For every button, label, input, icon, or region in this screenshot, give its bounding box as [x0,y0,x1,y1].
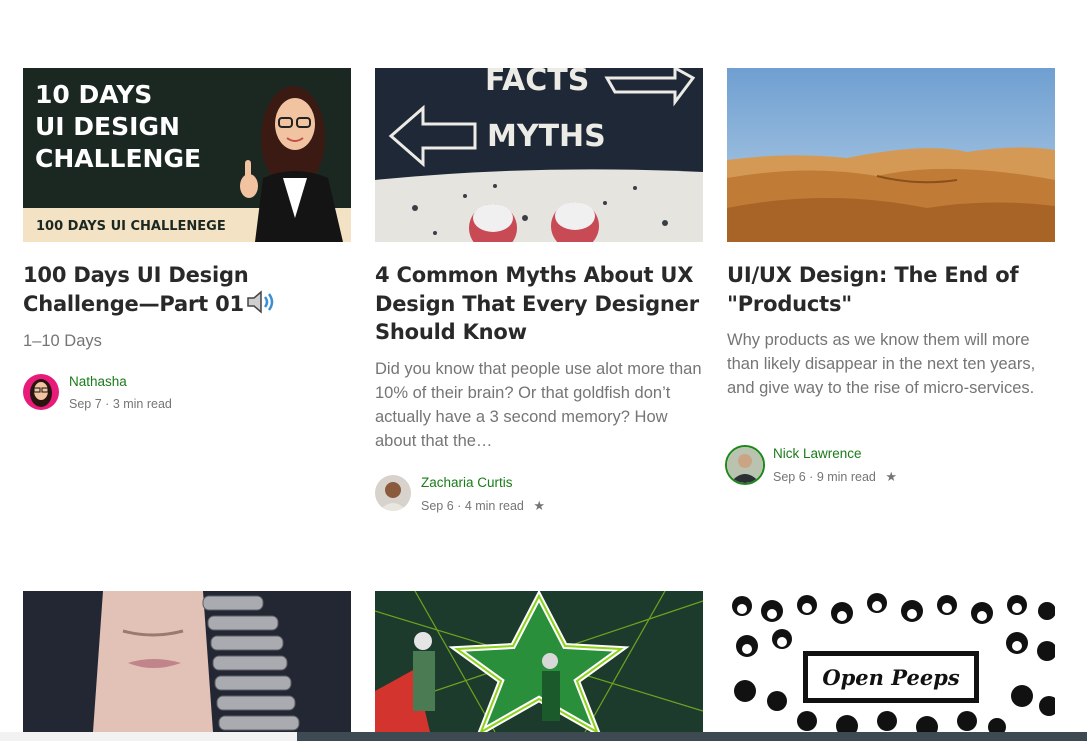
superhero-star-image [375,591,703,732]
scrollbar-thumb[interactable] [297,732,1087,741]
article-thumbnail[interactable] [23,591,351,732]
read-time: 4 min read [464,499,524,513]
author-name[interactable]: Nick Lawrence [773,446,862,461]
svg-text:MYTHS: MYTHS [487,119,606,154]
article-title[interactable]: 100 Days UI Design Challenge—Part 01 [23,261,351,321]
speaker-icon [246,289,276,322]
article-subtitle: Did you know that people use alot more t… [375,360,702,450]
post-meta: Sep 6 · 9 min read ★ [773,469,897,485]
author-name[interactable]: Zacharia Curtis [421,475,513,490]
post-meta: Sep 7 · 3 min read [69,397,172,411]
svg-text:FACTS: FACTS [485,68,589,98]
star-icon: ★ [533,498,546,513]
post-date: Sep 6 [421,499,454,513]
read-time: 3 min read [112,397,172,411]
author-block: Zacharia Curtis Sep 6 · 4 min read ★ [375,475,703,515]
article-thumbnail[interactable]: Open Peeps [727,591,1055,732]
post-date: Sep 7 [69,397,102,411]
meta-separator: · [105,397,110,411]
meta-separator: · [457,499,462,513]
avatar[interactable] [725,445,765,485]
article-thumbnail[interactable] [375,591,703,732]
article-subtitle: Why products as we know them will more t… [727,331,1036,397]
article-subtitle: 1–10 Days [23,332,102,350]
svg-text:Open Peeps: Open Peeps [822,665,960,690]
svg-text:100 DAYS UI CHALLENEGE: 100 DAYS UI CHALLENEGE [36,219,226,234]
read-time: 9 min read [816,470,876,484]
author-block: Nathasha Sep 7 · 3 min read [23,374,351,414]
robot-face-image [23,591,351,732]
facts-myths-image: FACTS MYTHS [375,68,703,242]
avatar[interactable] [375,475,411,511]
meta-separator: · [809,470,814,484]
svg-text:10 DAYS: 10 DAYS [35,80,152,109]
star-icon: ★ [885,469,898,484]
open-peeps-image: Open Peeps [727,591,1055,732]
horizontal-scrollbar[interactable] [0,732,1087,741]
post-date: Sep 6 [773,470,806,484]
article-title[interactable]: UI/UX Design: The End of "Products" [727,261,1055,318]
article-thumbnail[interactable]: FACTS MYTHS [375,68,703,242]
post-meta: Sep 6 · 4 min read ★ [421,498,545,514]
author-name[interactable]: Nathasha [69,374,127,389]
desert-dunes-image [727,68,1055,242]
article-thumbnail[interactable] [727,68,1055,242]
article-title[interactable]: 4 Common Myths About UX Design That Ever… [375,261,703,347]
avatar[interactable] [23,374,59,410]
article-thumbnail[interactable]: 10 DAYS UI DESIGN CHALLENGE 100 DAYS UI … [23,68,351,242]
svg-text:CHALLENGE: CHALLENGE [35,144,201,173]
svg-text:UI DESIGN: UI DESIGN [35,112,180,141]
author-block: Nick Lawrence Sep 6 · 9 min read ★ [725,445,1055,486]
challenge-banner-image: 10 DAYS UI DESIGN CHALLENGE 100 DAYS UI … [23,68,351,242]
